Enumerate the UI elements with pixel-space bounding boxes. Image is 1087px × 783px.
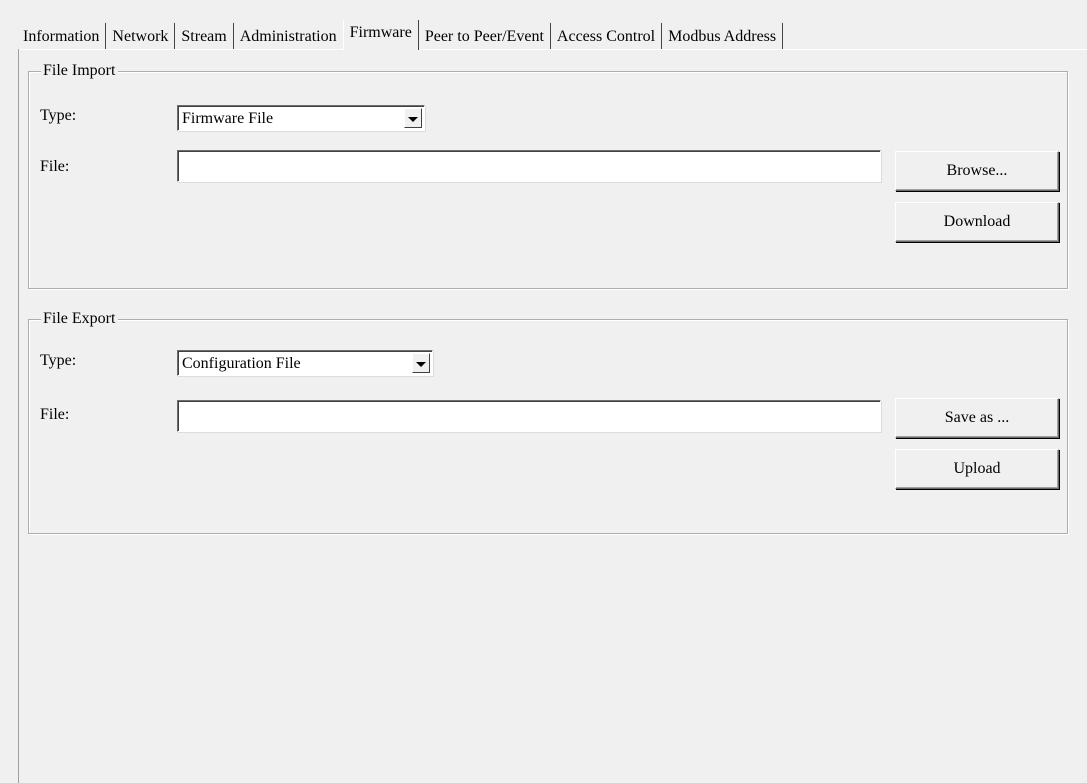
tab-administration[interactable]: Administration [234,23,343,50]
tab-modbus-address[interactable]: Modbus Address [662,23,784,50]
import-type-label: Type: [40,107,77,124]
tab-peer-to-peer-event-label: Peer to Peer/Event [424,27,544,45]
chevron-down-icon [408,116,418,122]
file-export-group: File Export Type: Configuration File Fil… [28,309,1068,534]
tab-access-control-label: Access Control [556,27,656,45]
upload-button[interactable]: Upload [895,449,1059,489]
file-import-group: File Import Type: Firmware File File: Br… [28,61,1068,289]
import-type-dropdown-button[interactable] [404,108,422,128]
tab-access-control[interactable]: Access Control [551,23,663,50]
file-export-title: File Export [41,309,119,329]
tab-network-label: Network [112,27,169,45]
save-as-button[interactable]: Save as ... [895,398,1059,438]
import-file-input[interactable] [177,150,881,182]
export-file-input[interactable] [177,400,881,432]
browse-button[interactable]: Browse... [895,151,1059,191]
tab-stream-label: Stream [181,27,227,45]
file-import-title: File Import [41,61,119,81]
export-type-dropdown-button[interactable] [412,353,430,373]
tab-information-label: Information [23,27,100,45]
tab-peer-to-peer-event[interactable]: Peer to Peer/Event [419,23,551,50]
export-file-label: File: [40,406,70,423]
import-type-select[interactable]: Firmware File [177,105,425,131]
firmware-dialog: Information Network Stream Administratio… [0,0,1087,783]
export-type-label: Type: [40,352,77,369]
import-type-value: Firmware File [182,110,274,127]
firmware-tab-page: File Import Type: Firmware File File: Br… [18,49,1087,783]
tab-stream[interactable]: Stream [175,23,234,50]
tab-information[interactable]: Information [18,23,107,50]
tab-modbus-address-label: Modbus Address [668,27,777,45]
tab-administration-label: Administration [239,27,337,45]
tab-strip: Information Network Stream Administratio… [18,20,784,50]
export-type-select[interactable]: Configuration File [177,350,433,376]
export-type-value: Configuration File [182,355,301,372]
tab-firmware[interactable]: Firmware [342,20,419,50]
tab-network[interactable]: Network [106,23,176,50]
tab-firmware-label: Firmware [349,24,412,41]
download-button[interactable]: Download [895,202,1059,242]
chevron-down-icon [416,361,426,367]
import-file-label: File: [40,158,70,175]
